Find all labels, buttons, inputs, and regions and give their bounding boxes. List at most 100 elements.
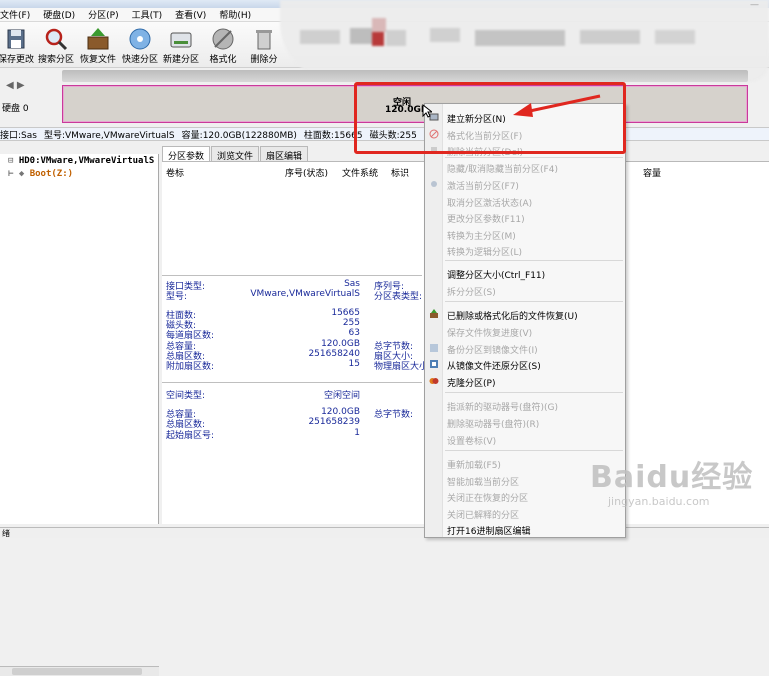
disk-nav-arrows[interactable]: ◀ ▶ (6, 80, 25, 91)
menu-item-to-logical[interactable]: 转换为逻辑分区(L) (447, 245, 522, 258)
prop-label: 型号: (166, 292, 188, 302)
info-capacity: 容量:120.0GB(122880MB) (181, 130, 297, 141)
menu-item-remove-letter[interactable]: 删除驱动器号(盘符)(R) (447, 417, 539, 430)
prop-value: 251658240 (308, 349, 360, 359)
prop-label: 分区表类型: (374, 292, 423, 302)
restore-file-button[interactable]: 恢复文件 (78, 24, 118, 65)
watermark-logo: Baidu经验 (590, 460, 754, 495)
prop-value: 251658239 (308, 417, 360, 427)
status-text: 绪 (2, 529, 10, 538)
menu-separator (445, 157, 623, 158)
watermark-url: jingyan.baidu.com (608, 495, 710, 508)
menu-separator (445, 260, 623, 261)
disk-label: 硬盘 0 (2, 104, 29, 114)
menu-item-recover-files[interactable]: 已删除或格式化后的文件恢复(U) (447, 309, 578, 322)
col-id[interactable]: 标识 (391, 166, 409, 179)
menu-item-split[interactable]: 拆分分区(S) (447, 285, 496, 298)
tree-partition-node[interactable]: ⊢ ◆ Boot(Z:) (8, 169, 73, 179)
tree-disk-node[interactable]: ⊟ HD0:VMware,VMwareVirtualS (8, 156, 154, 166)
prop-value: 120.0GB (321, 339, 360, 349)
prop-value: 15665 (331, 308, 360, 318)
window-controls[interactable]: — (750, 0, 759, 10)
prop-value: 63 (348, 328, 360, 338)
menu-view[interactable]: 查看(V) (175, 8, 206, 21)
clone-icon (429, 376, 439, 386)
format-button[interactable]: 格式化 (203, 24, 243, 65)
props-separator (162, 382, 422, 383)
menu-item-to-primary[interactable]: 转换为主分区(M) (447, 229, 516, 242)
quick-partition-icon (120, 24, 160, 52)
info-interface: 接口:Sas (0, 130, 37, 141)
menu-item-set-label[interactable]: 设置卷标(V) (447, 434, 496, 447)
status-bar: 绪 (0, 527, 769, 538)
restore-file-label: 恢复文件 (79, 55, 116, 65)
menu-separator (445, 392, 623, 393)
disk-map-scroll[interactable] (62, 70, 748, 82)
menu-item-assign-letter[interactable]: 指派新的驱动器号(盘符)(G) (447, 400, 558, 413)
menu-item-backup-image[interactable]: 备份分区到镜像文件(I) (447, 343, 538, 356)
menu-tools[interactable]: 工具(T) (132, 8, 163, 21)
prop-value: 255 (342, 318, 360, 328)
col-filesystem[interactable]: 文件系统 (342, 166, 378, 179)
menu-item-deactivate[interactable]: 取消分区激活状态(A) (447, 196, 532, 209)
expand-icon[interactable]: ⊟ (8, 156, 13, 166)
col-volume-label[interactable]: 卷标 (166, 166, 184, 179)
menu-item-close-recovering[interactable]: 关闭正在恢复的分区 (447, 491, 528, 504)
delete-partition-icon (244, 24, 284, 52)
detail-tabs: 分区参数 浏览文件 扇区编辑 (162, 146, 309, 162)
new-partition-icon (161, 24, 201, 52)
prop-value: VMware,VMwareVirtualS (250, 289, 360, 299)
col-capacity[interactable]: 容量 (643, 166, 661, 179)
tab-sector-edit[interactable]: 扇区编辑 (260, 146, 309, 162)
menu-item-close-interpreted[interactable]: 关闭已解释的分区 (447, 508, 519, 521)
tab-partition-params[interactable]: 分区参数 (162, 146, 211, 162)
prop-value: 空闲空间 (323, 391, 360, 401)
new-partition-label: 新建分区 (162, 55, 199, 65)
prop-value: 15 (348, 359, 360, 369)
prop-value: Sas (344, 279, 360, 289)
prop-label: 总字节数: (374, 410, 414, 420)
quick-partition-button[interactable]: 快速分区 (120, 24, 160, 65)
menu-item-restore-image[interactable]: 从镜像文件还原分区(S) (447, 359, 541, 372)
menu-item-activate[interactable]: 激活当前分区(F7) (447, 179, 519, 192)
menu-partition[interactable]: 分区(P) (88, 8, 118, 21)
restore-file-icon (78, 24, 118, 52)
save-changes-button[interactable]: 保存更改 (0, 24, 36, 65)
info-model: 型号:VMware,VMwareVirtualS (43, 130, 175, 141)
menu-separator (445, 450, 623, 451)
menu-item-change-params[interactable]: 更改分区参数(F11) (447, 212, 525, 225)
menu-item-hide[interactable]: 隐藏/取消隐藏当前分区(F4) (447, 162, 558, 175)
prop-label: 空间类型: (166, 391, 206, 401)
partition-icon: ⊢ ◆ (8, 169, 25, 179)
new-partition-button[interactable]: 新建分区 (161, 24, 201, 65)
col-index-status[interactable]: 序号(状态) (285, 166, 328, 179)
tree-horizontal-scrollbar[interactable] (0, 666, 159, 676)
tree-partition-label: Boot(Z:) (29, 169, 74, 179)
menu-item-hex-editor[interactable]: 打开16进制扇区编辑 (447, 524, 530, 537)
menu-item-reload[interactable]: 重新加载(F5) (447, 458, 501, 471)
menu-item-clone[interactable]: 克隆分区(P) (447, 376, 495, 389)
delete-partition-button[interactable]: 删除分 (244, 24, 284, 65)
prop-label: 起始扇区号: (166, 431, 215, 441)
save-changes-label: 保存更改 (0, 55, 34, 65)
menu-item-smart-load[interactable]: 智能加载当前分区 (447, 475, 519, 488)
format-icon (203, 24, 243, 52)
quick-partition-label: 快速分区 (121, 55, 158, 65)
tree-disk-label: HD0:VMware,VMwareVirtualS (18, 156, 155, 166)
search-partition-label: 搜索分区 (37, 55, 74, 65)
menu-separator (445, 301, 623, 302)
menu-item-save-progress[interactable]: 保存文件恢复进度(V) (447, 326, 532, 339)
menu-item-resize[interactable]: 调整分区大小(Ctrl_F11) (447, 268, 545, 281)
save-icon (0, 24, 36, 52)
backup-icon (429, 343, 439, 353)
restore-image-icon (429, 359, 439, 369)
prop-label: 附加扇区数: (166, 362, 215, 372)
menu-help[interactable]: 帮助(H) (219, 8, 251, 21)
menu-disk[interactable]: 硬盘(D) (43, 8, 75, 21)
menu-file[interactable]: 文件(F) (0, 8, 30, 21)
activate-icon (429, 179, 439, 189)
format-label: 格式化 (209, 55, 237, 65)
tab-browse-files[interactable]: 浏览文件 (211, 146, 260, 162)
annotation-arrow-icon (513, 94, 601, 117)
search-partition-button[interactable]: 搜索分区 (36, 24, 76, 65)
